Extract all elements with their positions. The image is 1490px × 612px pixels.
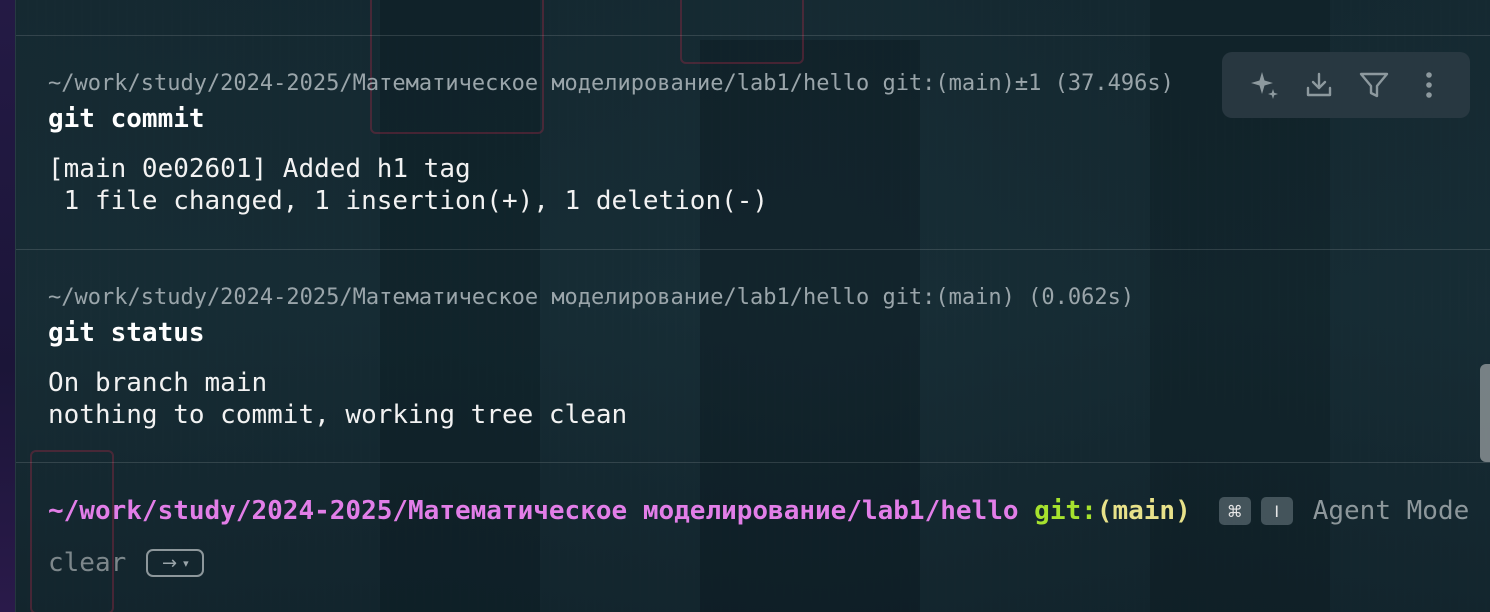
block-divider — [16, 249, 1490, 250]
command-input[interactable]: clear → ▾ — [48, 548, 205, 578]
block-output-line: [main 0e02601] Added h1 tag — [48, 154, 471, 184]
block-output-line: On branch main — [48, 368, 268, 398]
input-prompt: ~/work/study/2024-2025/Математическое мо… — [48, 496, 1469, 526]
autosuggestion-text: clear — [48, 548, 127, 578]
prompt-git-label: git: — [1034, 496, 1097, 526]
i-key-badge: I — [1260, 497, 1293, 525]
filter-icon[interactable] — [1354, 65, 1394, 105]
agent-mode-hint[interactable]: Agent Mode — [1313, 496, 1470, 526]
block-command: git commit — [48, 104, 205, 134]
command-key-icon: ⌘ — [1218, 497, 1251, 525]
scrollbar-thumb[interactable] — [1480, 364, 1490, 462]
prompt-branch: (main) — [1096, 496, 1191, 526]
sparkle-icon[interactable] — [1244, 65, 1284, 105]
block-command: git status — [48, 318, 205, 348]
block-divider — [16, 462, 1490, 463]
accept-suggestion-button[interactable]: → ▾ — [146, 549, 205, 577]
block-prompt: ~/work/study/2024-2025/Математическое мо… — [48, 71, 1174, 96]
prompt-spacer — [1019, 496, 1035, 526]
block-output-line: nothing to commit, working tree clean — [48, 400, 628, 430]
more-vertical-icon[interactable] — [1409, 65, 1449, 105]
chevron-down-icon: ▾ — [183, 556, 189, 570]
window-left-edge — [0, 0, 15, 612]
right-arrow-icon: → — [161, 552, 178, 574]
left-border — [15, 0, 16, 612]
prompt-path: ~/work/study/2024-2025/Математическое мо… — [48, 496, 1019, 526]
download-icon[interactable] — [1299, 65, 1339, 105]
block-output-line: 1 file changed, 1 insertion(+), 1 deleti… — [48, 186, 769, 216]
block-prompt: ~/work/study/2024-2025/Математическое мо… — [48, 285, 1135, 310]
block-divider — [16, 35, 1490, 36]
block-toolbar — [1222, 52, 1470, 118]
